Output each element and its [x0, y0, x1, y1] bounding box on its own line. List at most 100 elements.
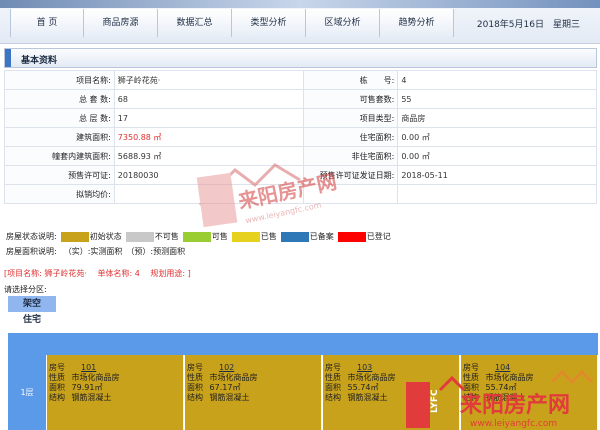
unit-key: 面积	[49, 383, 65, 392]
summary-planned-use: 规划用途: ]	[150, 269, 191, 278]
unit-key: 结构	[187, 393, 203, 402]
value-inner-area: 5688.93 ㎡	[113, 146, 305, 166]
floor-grid-header	[8, 333, 598, 355]
tab-listings[interactable]: 商品房源	[84, 9, 158, 37]
value-total-floors: 17	[113, 108, 305, 128]
swatch-unsaleable	[125, 231, 154, 242]
unit-nature: 市场化商品房	[485, 373, 534, 382]
unit-area: 55.74㎡	[347, 383, 379, 392]
label-available-units: 可售套数:	[303, 89, 399, 109]
value-project-type: 商品房	[397, 108, 597, 128]
label-project-name: 项目名称:	[4, 70, 115, 90]
unit-area: 79.91㎡	[71, 383, 103, 392]
area-legend-row: 房屋面积说明: （实）:实测面积 （预）:预测面积	[6, 244, 596, 259]
value-residential-area: 0.00 ㎡	[397, 127, 597, 147]
unit-area: 55.74㎡	[485, 383, 517, 392]
tab-trend-analysis[interactable]: 趋势分析	[380, 9, 454, 37]
zone-select-label: 请选择分区:	[4, 285, 47, 294]
label-permit-date: 预售许可证发证日期:	[303, 165, 399, 185]
tab-summary[interactable]: 数据汇总	[158, 9, 232, 37]
unit-key: 结构	[463, 393, 479, 402]
nav-decor-strip	[0, 0, 600, 8]
swatch-label: 已登记	[366, 232, 391, 241]
section-title: 基本资料	[21, 56, 58, 66]
value-building-no: 4	[397, 70, 597, 90]
label-building-no: 栋 号:	[303, 70, 399, 90]
swatch-registered	[337, 231, 366, 242]
swatch-label: 已售	[260, 232, 277, 241]
current-date: 2018年5月16日 星期三	[476, 20, 580, 30]
unit-structure: 钢筋混凝土	[485, 393, 526, 402]
swatch-label: 可售	[211, 232, 228, 241]
table-row: 总 套 数: 68 可售套数: 55	[4, 89, 597, 109]
table-row: 幢套内建筑面积: 5688.93 ㎡ 非住宅面积: 0.00 ㎡	[4, 146, 597, 166]
unit-cell-103[interactable]: 房号 103 性质 市场化商品房 面积 55.74㎡ 结构 钢筋混凝土	[323, 355, 460, 430]
unit-area: 67.17㎡	[209, 383, 241, 392]
area-legend-label: 房屋面积说明:	[6, 247, 57, 256]
unit-key: 性质	[49, 373, 65, 382]
area-legend-text: （实）:实测面积 （预）:预测面积	[63, 247, 186, 256]
unit-number[interactable]: 102	[219, 363, 234, 372]
label-total-units: 总 套 数:	[4, 89, 115, 109]
label-presale-permit: 预售许可证:	[4, 165, 115, 185]
zone-button-elevated[interactable]: 架空	[8, 296, 56, 312]
basic-info-table: 项目名称: 狮子岭花苑· 栋 号: 4 总 套 数: 68 可售套数: 55 总…	[4, 70, 597, 204]
top-nav: 首 页 商品房源 数据汇总 类型分析 区域分析 趋势分析 2018年5月16日 …	[0, 0, 600, 44]
section-marker	[5, 49, 11, 67]
empty-cell	[397, 184, 597, 204]
legend: 房屋状态说明: 初始状态 不可售 可售 已售 已备案 已登记 房屋面积说明: （…	[6, 229, 596, 261]
label-project-type: 项目类型:	[303, 108, 399, 128]
value-presale-permit: 20180030	[113, 165, 305, 185]
unit-number[interactable]: 101	[81, 363, 96, 372]
floor-label: 1层	[8, 355, 46, 430]
swatch-label: 初始状态	[89, 232, 122, 241]
value-project-name: 狮子岭花苑·	[113, 70, 305, 90]
unit-number[interactable]: 104	[495, 363, 510, 372]
swatch-sold	[231, 231, 260, 242]
unit-structure: 钢筋混凝土	[347, 393, 388, 402]
unit-structure: 钢筋混凝土	[209, 393, 250, 402]
value-total-units: 68	[113, 89, 305, 109]
unit-key: 房号	[49, 363, 65, 372]
table-row: 预售许可证: 20180030 预售许可证发证日期: 2018-05-11	[4, 165, 597, 185]
swatch-saleable	[182, 231, 211, 242]
unit-key: 面积	[463, 383, 479, 392]
table-row: 建筑面积: 7350.88 ㎡ 住宅面积: 0.00 ㎡	[4, 127, 597, 147]
unit-key: 房号	[187, 363, 203, 372]
summary-unit-name: 单体名称: 4	[97, 269, 140, 278]
unit-key: 结构	[49, 393, 65, 402]
unit-structure: 钢筋混凝土	[71, 393, 112, 402]
unit-number[interactable]: 103	[357, 363, 372, 372]
unit-nature: 市场化商品房	[71, 373, 120, 382]
status-legend-label: 房屋状态说明:	[6, 232, 57, 241]
tab-region-analysis[interactable]: 区域分析	[306, 9, 380, 37]
label-building-area: 建筑面积:	[4, 127, 115, 147]
section-header: 基本资料	[4, 48, 597, 68]
tab-type-analysis[interactable]: 类型分析	[232, 9, 306, 37]
tab-home[interactable]: 首 页	[10, 9, 84, 37]
unit-cell-101[interactable]: 房号 101 性质 市场化商品房 面积 79.91㎡ 结构 钢筋混凝土	[47, 355, 184, 430]
project-summary-line: [项目名称: 狮子岭花苑· 单体名称: 4 规划用途: ]	[4, 268, 199, 279]
empty-cell	[303, 184, 399, 204]
nav-tabs: 首 页 商品房源 数据汇总 类型分析 区域分析 趋势分析	[10, 9, 454, 37]
label-non-residential-area: 非住宅面积:	[303, 146, 399, 166]
value-building-area: 7350.88 ㎡	[113, 127, 305, 147]
value-permit-date: 2018-05-11	[397, 165, 597, 185]
unit-cell-102[interactable]: 房号 102 性质 市场化商品房 面积 67.17㎡ 结构 钢筋混凝土	[185, 355, 322, 430]
summary-project-name: [项目名称: 狮子岭花苑·	[4, 269, 87, 278]
table-row: 总 层 数: 17 项目类型: 商品房	[4, 108, 597, 128]
unit-cell-104[interactable]: 房号 104 性质 市场化商品房 面积 55.74㎡ 结构 钢筋混凝土	[461, 355, 598, 430]
unit-nature: 市场化商品房	[209, 373, 258, 382]
table-row: 拟销均价:	[4, 184, 597, 204]
value-planned-price	[113, 184, 305, 204]
value-non-residential-area: 0.00 ㎡	[397, 146, 597, 166]
swatch-initial	[60, 231, 89, 242]
table-row: 项目名称: 狮子岭花苑· 栋 号: 4	[4, 70, 597, 90]
unit-key: 面积	[187, 383, 203, 392]
unit-key: 结构	[325, 393, 341, 402]
zone-button-residential[interactable]: 住宅	[8, 312, 56, 328]
label-planned-price: 拟销均价:	[4, 184, 115, 204]
status-legend-row: 房屋状态说明: 初始状态 不可售 可售 已售 已备案 已登记	[6, 229, 596, 244]
watermark-domain: www.leiyangfc.com	[245, 200, 323, 225]
value-available-units: 55	[397, 89, 597, 109]
